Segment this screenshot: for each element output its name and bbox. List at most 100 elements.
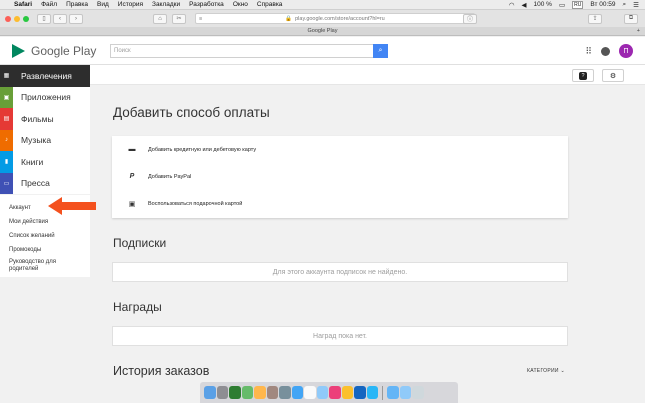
link-wishlist[interactable]: Список желаний <box>0 229 90 243</box>
battery-text[interactable]: 100 % <box>534 1 552 8</box>
gear-icon: ⚙ <box>609 72 617 80</box>
book-icon: ▮ <box>0 151 13 173</box>
contacts-icon[interactable] <box>266 386 278 399</box>
credit-card-icon: ▬ <box>128 146 136 153</box>
app-store-icon[interactable] <box>366 386 378 399</box>
safari-icon[interactable] <box>291 386 303 399</box>
launchpad-icon[interactable] <box>216 386 228 399</box>
tabs-overview-icon[interactable]: ⧉ <box>624 13 638 24</box>
back-button[interactable]: ‹ <box>53 13 67 24</box>
menu-window[interactable]: Окно <box>233 1 248 8</box>
battery-icon: ▭ <box>558 1 566 9</box>
play-triangle-icon <box>12 43 25 58</box>
browser-tab[interactable]: Google Play + <box>0 27 645 36</box>
sidebar-item-music[interactable]: ♪ Музыка <box>0 129 90 151</box>
add-paypal-option[interactable]: P Добавить PayPal <box>112 163 568 190</box>
menu-edit[interactable]: Правка <box>66 1 88 8</box>
mac-menubar: Safari Файл Правка Вид История Закладки … <box>0 0 645 10</box>
menu-view[interactable]: Вид <box>97 1 109 8</box>
notes-icon[interactable] <box>229 386 241 399</box>
apps-grid-icon[interactable]: ⠿ <box>585 46 592 57</box>
help-button[interactable]: ? <box>572 69 594 82</box>
mac-dock <box>200 382 458 403</box>
word-icon[interactable] <box>354 386 366 399</box>
payment-options-card: ▬ Добавить кредитную или дебетовую карту… <box>112 136 568 218</box>
sidebar-item-press[interactable]: ▭ Пресса <box>0 172 90 194</box>
address-bar[interactable]: 🔒 play.google.com/store/account?hl=ru ≡ … <box>195 13 475 24</box>
settings-button[interactable]: ⚙ <box>602 69 624 82</box>
new-tab-icon[interactable]: + <box>637 28 640 34</box>
chrome-icon[interactable] <box>341 386 353 399</box>
help-icon: ? <box>579 71 587 80</box>
gift-card-icon: ▣ <box>128 200 136 208</box>
menu-bookmarks[interactable]: Закладки <box>152 1 180 8</box>
forward-button[interactable]: › <box>69 13 83 24</box>
sidebar-toggle-button[interactable]: ▯ <box>37 13 51 24</box>
add-card-option[interactable]: ▬ Добавить кредитную или дебетовую карту <box>112 136 568 163</box>
add-card-label: Добавить кредитную или дебетовую карту <box>148 146 257 153</box>
home-icon[interactable]: ⌂ <box>153 13 167 24</box>
menu-file[interactable]: Файл <box>41 1 57 8</box>
subscriptions-empty-text: Для этого аккаунта подписок не найдено. <box>272 268 408 276</box>
menu-develop[interactable]: Разработка <box>189 1 224 8</box>
redeem-gift-card-label: Воспользоваться подарочной картой <box>148 200 243 207</box>
sidebar-item-books[interactable]: ▮ Книги <box>0 151 90 173</box>
notification-center-icon[interactable]: ☰ <box>633 1 639 9</box>
itunes-icon[interactable] <box>329 386 341 399</box>
link-promo-codes[interactable]: Промокоды <box>0 243 90 257</box>
menu-help[interactable]: Справка <box>257 1 283 8</box>
menubar-clock[interactable]: Вт 00:59 <box>590 1 615 8</box>
sidebar: ▦ Развлечения ▣ Приложения ▤ Фильмы ♪ Му… <box>0 65 90 194</box>
redeem-gift-card-option[interactable]: ▣ Воспользоваться подарочной картой <box>112 190 568 217</box>
search-input[interactable]: Поиск <box>110 44 388 58</box>
volume-icon[interactable]: ◀ <box>522 1 527 9</box>
categories-dropdown[interactable]: КАТЕГОРИИ ⌄ <box>527 368 565 374</box>
documents-folder-icon[interactable] <box>399 386 411 399</box>
browser-toolbar: ▯ ‹ › ⌂ ✂ 🔒 play.google.com/store/accoun… <box>0 10 645 27</box>
info-icon[interactable]: ⓘ <box>463 13 477 24</box>
rewards-empty-box: Наград пока нет. <box>112 326 568 346</box>
subscriptions-title: Подписки <box>113 236 167 250</box>
play-header: Google Play Поиск ⌕ ⠿ П <box>0 37 645 65</box>
mail-icon[interactable] <box>316 386 328 399</box>
zoom-window-button[interactable] <box>23 15 29 22</box>
finder-icon[interactable] <box>204 386 216 399</box>
photos-icon[interactable] <box>254 386 266 399</box>
sidebar-item-label: Книги <box>21 156 44 167</box>
sub-header: ? ⚙ <box>90 65 645 85</box>
link-parent-guide[interactable]: Руководство для родителей <box>0 257 90 275</box>
leaf-app-icon[interactable] <box>241 386 253 399</box>
entertainment-icon: ▦ <box>0 65 13 87</box>
sidebar-item-entertainment[interactable]: ▦ Развлечения <box>0 65 90 87</box>
avatar[interactable]: П <box>619 44 633 58</box>
sidebar-item-label: Развлечения <box>21 70 72 81</box>
rewards-empty-text: Наград пока нет. <box>313 332 367 340</box>
paypal-icon: P <box>129 173 135 180</box>
search-button[interactable]: ⌕ <box>373 44 388 58</box>
downloads-folder-icon[interactable] <box>387 386 399 399</box>
menu-app[interactable]: Safari <box>14 1 32 8</box>
wifi-icon[interactable]: ◠ <box>509 1 515 9</box>
sidebar-item-movies[interactable]: ▤ Фильмы <box>0 108 90 130</box>
chevron-down-icon: ⌄ <box>560 368 565 374</box>
extensions-icon[interactable]: ✂ <box>172 13 186 24</box>
search-icon: ⌕ <box>378 47 383 54</box>
notifications-icon[interactable] <box>601 46 610 56</box>
tab-title: Google Play <box>307 28 338 34</box>
link-my-activity[interactable]: Мои действия <box>0 215 90 229</box>
google-play-logo[interactable]: Google Play <box>12 43 108 58</box>
calendar-icon[interactable] <box>304 386 316 399</box>
language-flag[interactable]: RU <box>572 0 584 9</box>
subscriptions-empty-box: Для этого аккаунта подписок не найдено. <box>112 262 568 282</box>
search-placeholder: Поиск <box>114 48 131 54</box>
minimize-window-button[interactable] <box>14 15 20 22</box>
close-window-button[interactable] <box>5 15 11 22</box>
share-icon[interactable]: ⇪ <box>588 13 602 24</box>
trash-icon[interactable] <box>412 386 424 399</box>
sidebar-item-apps[interactable]: ▣ Приложения <box>0 86 90 108</box>
spotlight-icon[interactable]: ⌕ <box>623 1 627 9</box>
reader-icon[interactable]: ≡ <box>199 16 202 22</box>
sidebar-item-label: Фильмы <box>21 113 54 124</box>
system-preferences-icon[interactable] <box>279 386 291 399</box>
menu-history[interactable]: История <box>118 1 143 8</box>
